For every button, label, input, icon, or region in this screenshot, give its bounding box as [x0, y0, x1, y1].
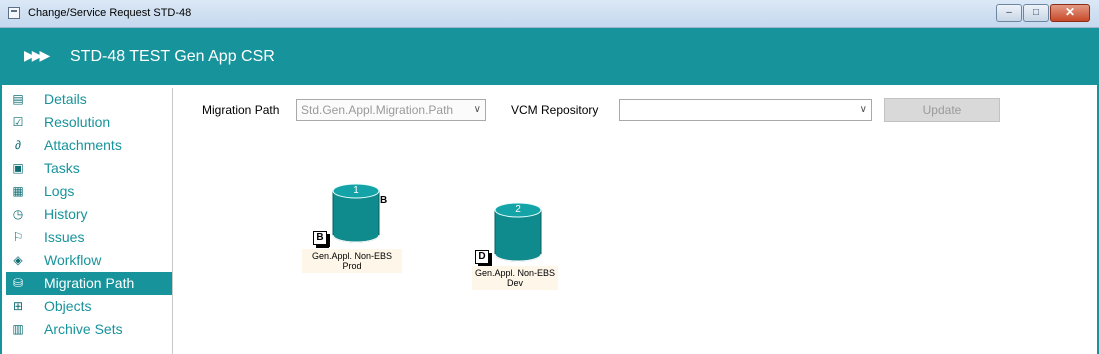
- logs-icon: ▦: [12, 184, 24, 198]
- sidebar-item-label: History: [44, 206, 88, 222]
- sidebar-item-label: Migration Path: [44, 275, 135, 291]
- sidebar-item-attachments[interactable]: ∂ Attachments: [6, 134, 172, 157]
- repository-caption: Gen.Appl. Non-EBS Dev: [472, 266, 558, 290]
- base-marker: B: [380, 195, 388, 206]
- sidebar-item-migration-path[interactable]: ⛁ Migration Path: [6, 272, 172, 295]
- sidebar-item-history[interactable]: ◷ History: [6, 203, 172, 226]
- sidebar-item-resolution[interactable]: ☑ Resolution: [6, 111, 172, 134]
- migration-path-value: Std.Gen.Appl.Migration.Path: [301, 103, 454, 117]
- migration-path-select[interactable]: Std.Gen.Appl.Migration.Path ∨: [296, 99, 486, 121]
- repository-type-badge: B: [313, 231, 330, 248]
- repository-type-badge: D: [475, 250, 492, 267]
- chevron-down-icon: ∨: [859, 104, 867, 115]
- close-button[interactable]: ✕: [1050, 4, 1090, 22]
- details-icon: ▤: [12, 92, 24, 106]
- sidebar-item-label: Tasks: [44, 160, 80, 176]
- sidebar-item-workflow[interactable]: ◈ Workflow: [6, 249, 172, 272]
- repository-node[interactable]: 2 D Gen.Appl. Non-EBS Dev: [472, 202, 558, 294]
- sidebar-item-logs[interactable]: ▦ Logs: [6, 180, 172, 203]
- vcm-repository-label: VCM Repository: [511, 103, 599, 117]
- minimize-button[interactable]: –: [996, 4, 1022, 22]
- sidebar-item-label: Archive Sets: [44, 321, 123, 337]
- sidebar-item-label: Resolution: [44, 114, 111, 130]
- repository-number: 2: [515, 204, 521, 215]
- maximize-button[interactable]: □: [1023, 4, 1049, 22]
- archive-icon: ▥: [12, 322, 24, 336]
- sidebar-item-issues[interactable]: ⚐ Issues: [6, 226, 172, 249]
- migration-path-label: Migration Path: [202, 103, 280, 117]
- migration-icon: ⛁: [12, 276, 24, 290]
- workflow-icon: ◈: [13, 253, 23, 267]
- sidebar: ▤ Details ☑ Resolution ∂ Attachments ▣ T…: [6, 88, 173, 354]
- clock-icon: ◷: [12, 207, 24, 221]
- repository-node[interactable]: 1 B B Gen.Appl. Non-EBS Prod: [302, 183, 402, 278]
- repository-caption: Gen.Appl. Non-EBS Prod: [302, 249, 402, 273]
- vcm-repository-select[interactable]: ∨: [619, 99, 872, 121]
- sidebar-item-details[interactable]: ▤ Details: [6, 88, 172, 111]
- window-controls: – □ ✕: [995, 4, 1090, 22]
- sidebar-item-label: Attachments: [44, 137, 122, 153]
- page-title: STD-48 TEST Gen App CSR: [70, 48, 275, 65]
- sidebar-item-label: Objects: [44, 298, 92, 314]
- window-title: Change/Service Request STD-48: [28, 7, 192, 19]
- sidebar-item-tasks[interactable]: ▣ Tasks: [6, 157, 172, 180]
- chevron-down-icon: ∨: [473, 104, 481, 115]
- sidebar-item-archive-sets[interactable]: ▥ Archive Sets: [6, 318, 172, 341]
- window-titlebar: Change/Service Request STD-48 – □ ✕: [0, 0, 1099, 28]
- resolution-icon: ☑: [12, 115, 24, 129]
- flag-icon: ⚐: [12, 230, 24, 244]
- sidebar-item-objects[interactable]: ⊞ Objects: [6, 295, 172, 318]
- sidebar-item-label: Workflow: [44, 252, 102, 268]
- triple-arrow-icon: ▶▶▶: [24, 47, 50, 63]
- page-header: ▶▶▶ STD-48 TEST Gen App CSR: [0, 28, 1099, 85]
- sidebar-item-label: Issues: [44, 229, 85, 245]
- sidebar-item-label: Details: [44, 91, 87, 107]
- window-icon: [8, 7, 20, 19]
- paperclip-icon: ∂: [15, 138, 21, 152]
- sidebar-item-label: Logs: [44, 183, 75, 199]
- update-button[interactable]: Update: [884, 98, 1000, 122]
- repository-number: 1: [353, 185, 359, 196]
- objects-icon: ⊞: [12, 299, 24, 313]
- tasks-icon: ▣: [12, 161, 24, 175]
